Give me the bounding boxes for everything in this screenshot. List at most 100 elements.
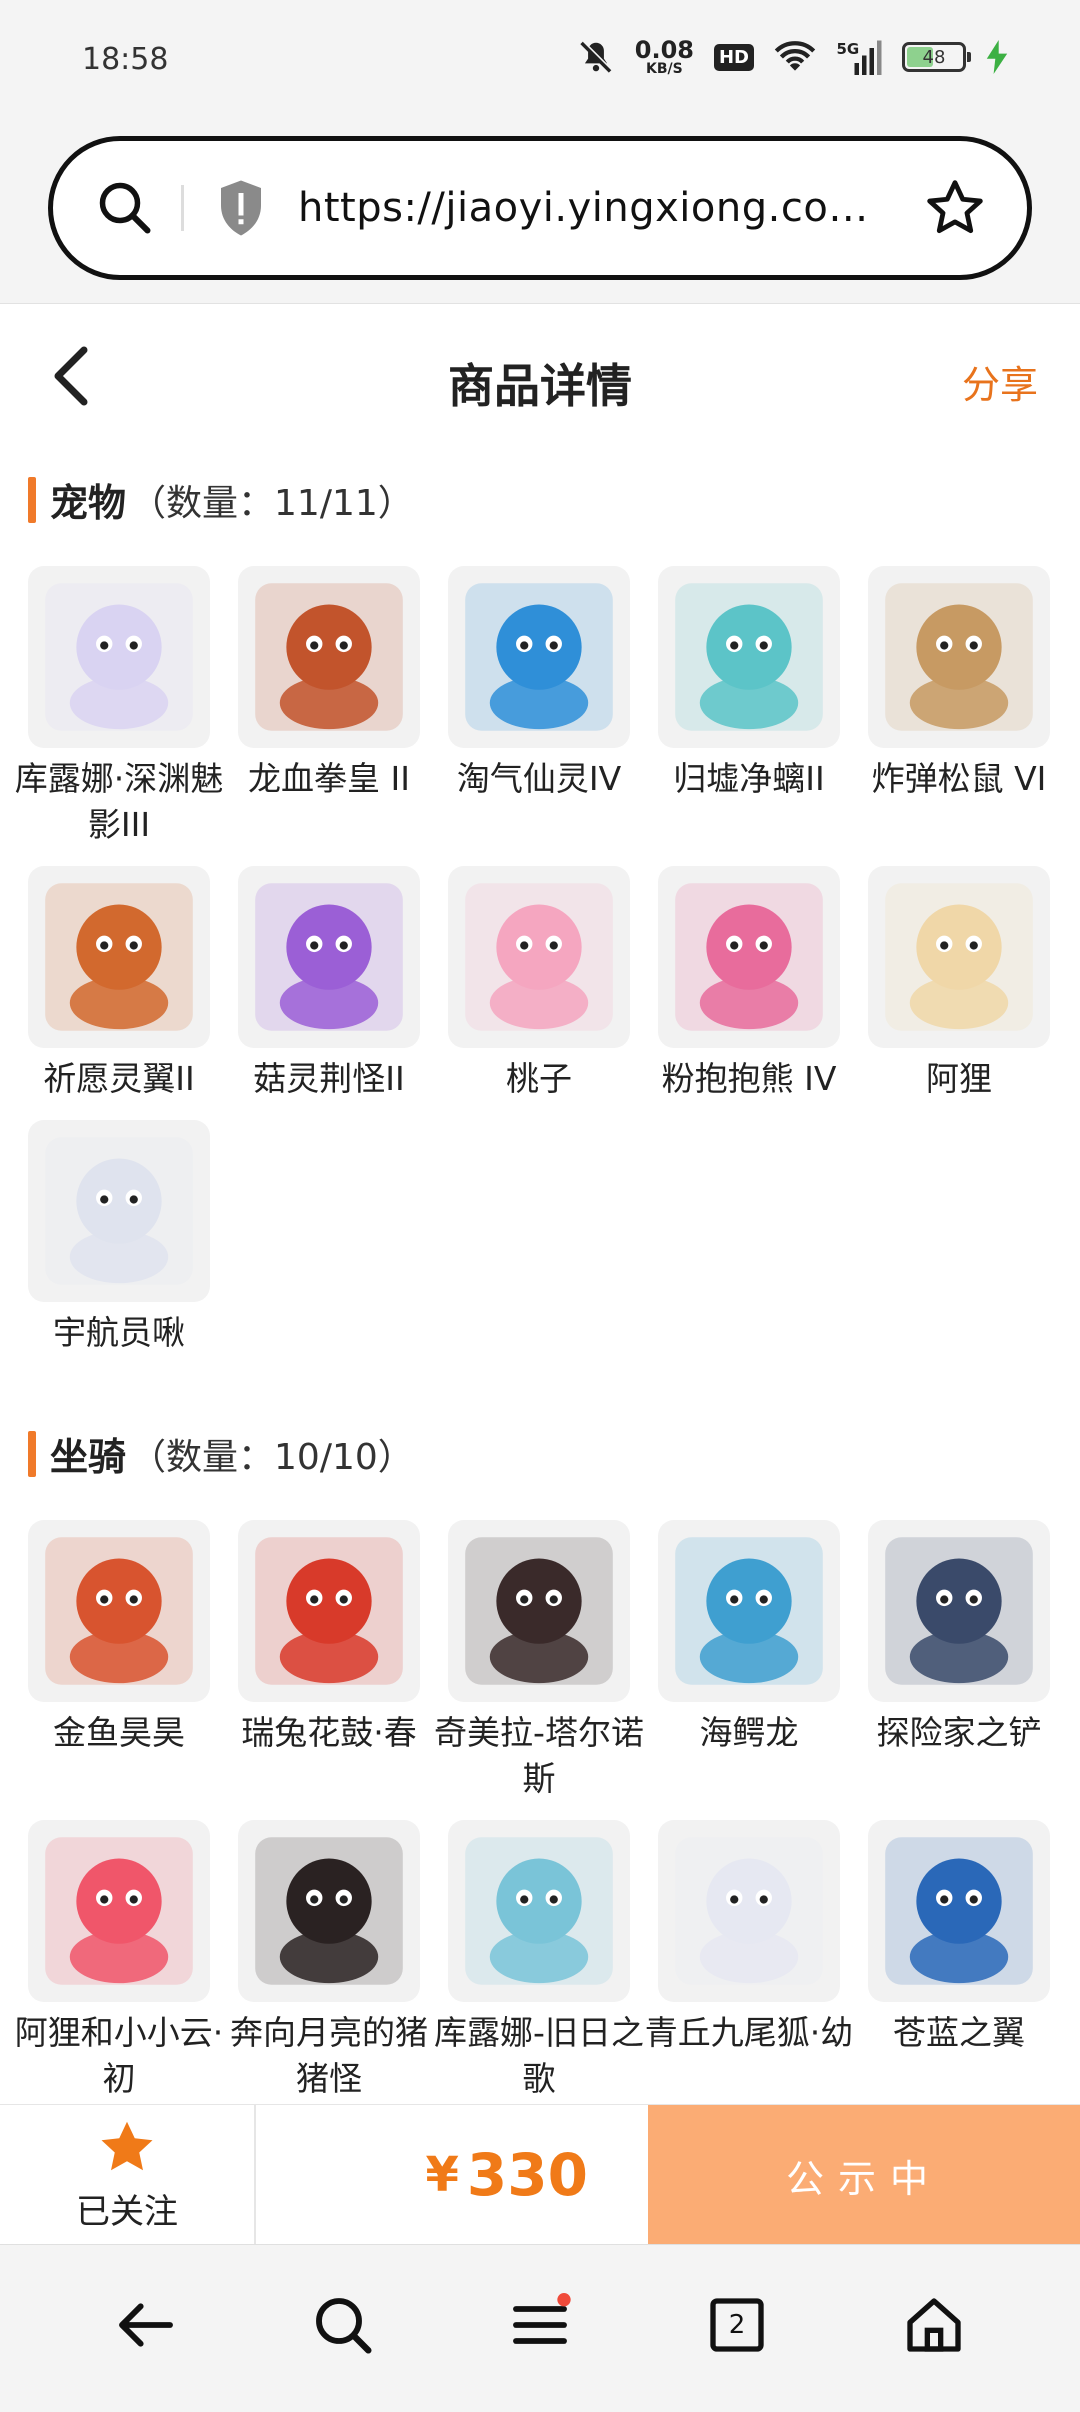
nav-tabs-button[interactable]: 2 (697, 2285, 777, 2365)
url-text[interactable]: https://jiaoyi.yingxiong.com/g ... (298, 185, 898, 231)
nav-back-button[interactable] (106, 2285, 186, 2365)
pets-item-image[interactable] (658, 566, 840, 748)
shield-icon[interactable] (214, 178, 268, 238)
pets-item[interactable]: 淘气仙灵IV (448, 566, 630, 802)
pets-section-header: 宠物 （数量：11/11） (28, 472, 414, 527)
mounts-item[interactable]: 奔向月亮的猪猪怪 (230, 1820, 428, 2102)
mounts-item-name: 青丘九尾狐·幼 (644, 2013, 854, 2052)
mounts-section-title: 坐骑 (50, 1435, 127, 1479)
mounts-item[interactable]: 阿狸和小小云·初 (15, 1820, 223, 2102)
pets-item-image[interactable] (868, 566, 1050, 748)
pets-item-image[interactable] (28, 566, 210, 748)
pets-item-name: 龙血拳皇 II (248, 759, 410, 798)
mounts-item-name: 阿狸和小小云·初 (14, 2013, 224, 2098)
pets-item-image[interactable] (658, 866, 840, 1048)
pets-item[interactable]: 菇灵荆怪II (238, 866, 420, 1102)
pets-item-image[interactable] (238, 866, 420, 1048)
pets-item[interactable]: 库露娜·深渊魅影III (15, 566, 223, 848)
address-divider (181, 185, 184, 231)
character-portrait-icon (675, 583, 823, 731)
pets-item-name: 菇灵荆怪II (253, 1059, 405, 1098)
menu-icon (513, 2293, 571, 2344)
mounts-item[interactable]: 探险家之铲 (868, 1520, 1050, 1756)
mounts-item[interactable]: 库露娜-旧日之歌 (434, 1820, 644, 2102)
search-icon[interactable] (95, 178, 155, 238)
character-portrait-icon (885, 883, 1033, 1031)
browser-toolbar: https://jiaoyi.yingxiong.com/g ... (0, 118, 1080, 304)
pets-item-name: 宇航员啾 (53, 1313, 185, 1352)
mounts-item-image[interactable] (448, 1820, 630, 2002)
mounts-item-image[interactable] (868, 1820, 1050, 2002)
hd-icon: HD (713, 43, 754, 71)
mounts-item[interactable]: 金鱼昊昊 (28, 1520, 210, 1756)
pets-item[interactable]: 炸弹松鼠 VI (868, 566, 1050, 802)
listing-status-button[interactable]: 公示中 (648, 2105, 1080, 2245)
action-bar: 已关注 ¥ 330 公示中 (0, 2104, 1080, 2245)
mounts-item-name: 奔向月亮的猪猪怪 (230, 2013, 428, 2098)
mounts-item[interactable]: 瑞兔花鼓·春 (238, 1520, 420, 1756)
page-title: 商品详情 (448, 359, 632, 413)
mounts-item[interactable]: 奇美拉-塔尔诺斯 (434, 1520, 644, 1802)
mounts-item-image[interactable] (868, 1520, 1050, 1702)
pets-item-image[interactable] (28, 1120, 210, 1302)
pets-item-image[interactable] (238, 566, 420, 748)
follow-button[interactable]: 已关注 (0, 2105, 256, 2245)
mounts-item-image[interactable] (28, 1820, 210, 2002)
character-portrait-icon (255, 1837, 403, 1985)
follow-label: 已关注 (76, 2191, 178, 2232)
mounts-item-image[interactable] (658, 1520, 840, 1702)
character-portrait-icon (45, 583, 193, 731)
pets-item[interactable]: 龙血拳皇 II (238, 566, 420, 802)
nav-search-button[interactable] (303, 2285, 383, 2365)
cellular-signal-icon: 5G (837, 40, 882, 75)
character-portrait-icon (255, 1537, 403, 1685)
pets-item[interactable]: 粉抱抱熊 IV (658, 866, 840, 1102)
character-portrait-icon (885, 583, 1033, 731)
character-portrait-icon (45, 1137, 193, 1285)
pets-section-title: 宠物 (50, 481, 127, 525)
nav-menu-button[interactable] (500, 2285, 580, 2365)
mounts-item-image[interactable] (238, 1520, 420, 1702)
character-portrait-icon (45, 1837, 193, 1985)
mute-icon (580, 40, 613, 73)
pets-item-image[interactable] (448, 566, 630, 748)
pets-item[interactable]: 桃子 (448, 866, 630, 1102)
pets-item-image[interactable] (868, 866, 1050, 1048)
mounts-item[interactable]: 海鳄龙 (658, 1520, 840, 1756)
pets-item[interactable]: 宇航员啾 (28, 1120, 210, 1356)
network-speed: 0.08 KB/S (634, 36, 694, 77)
character-portrait-icon (255, 883, 403, 1031)
mounts-item-image[interactable] (448, 1520, 630, 1702)
pets-item-image[interactable] (28, 866, 210, 1048)
mounts-item-image[interactable] (658, 1820, 840, 2002)
pets-item-image[interactable] (448, 866, 630, 1048)
address-bar[interactable]: https://jiaoyi.yingxiong.com/g ... (48, 136, 1032, 280)
pets-section-count: （数量：11/11） (130, 482, 414, 524)
page-header: 商品详情 分享 (0, 304, 1080, 446)
charging-icon (986, 40, 1008, 74)
svg-text:5G: 5G (837, 40, 860, 58)
status-time: 18:58 (82, 42, 169, 77)
bookmark-star-icon[interactable] (923, 176, 987, 240)
pets-item-name: 桃子 (506, 1059, 572, 1098)
status-icons: 0.08 KB/S HD 5G 48 (577, 38, 1008, 76)
share-button[interactable]: 分享 (962, 354, 1038, 409)
character-portrait-icon (465, 1837, 613, 1985)
mounts-item-image[interactable] (238, 1820, 420, 2002)
battery-icon: 48 (902, 42, 971, 72)
character-portrait-icon (465, 583, 613, 731)
mounts-item-name: 海鳄龙 (699, 1713, 799, 1752)
mounts-item-image[interactable] (28, 1520, 210, 1702)
home-icon (907, 2298, 961, 2352)
browser-bottom-nav: 2 (0, 2244, 1080, 2412)
mounts-item[interactable]: 苍蓝之翼 (868, 1820, 1050, 2056)
nav-home-button[interactable] (894, 2285, 974, 2365)
pets-item[interactable]: 祈愿灵翼II (28, 866, 210, 1102)
pets-item[interactable]: 阿狸 (868, 866, 1050, 1102)
mounts-item[interactable]: 青丘九尾狐·幼 (645, 1820, 853, 2056)
character-portrait-icon (465, 883, 613, 1031)
status-bar: 18:58 0.08 KB/S HD 5G 48 (0, 0, 1080, 118)
pets-item-name: 淘气仙灵IV (456, 759, 622, 798)
pets-item[interactable]: 归墟净螭II (658, 566, 840, 802)
character-portrait-icon (885, 1837, 1033, 1985)
